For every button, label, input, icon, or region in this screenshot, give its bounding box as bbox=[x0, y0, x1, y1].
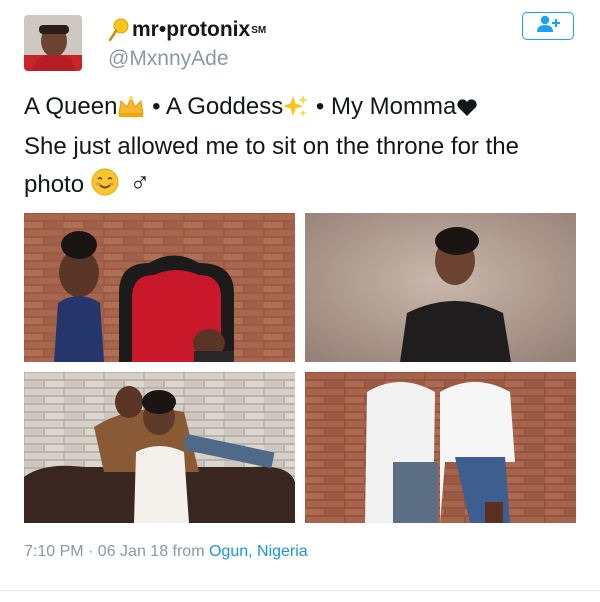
tweet-line-1: A Queen • A Goddess • My Momma bbox=[24, 89, 584, 129]
tweet-line-3: photo ♂ bbox=[24, 165, 584, 207]
service-mark: SM bbox=[251, 24, 267, 36]
tweet-text: A Queen • A Goddess • My Momma She just … bbox=[24, 89, 584, 207]
blush-emoji-icon bbox=[91, 168, 119, 207]
user-name-row[interactable]: mr•protonix SM bbox=[108, 16, 266, 44]
tweet-meta: 7:10 PM · 06 Jan 18 from Ogun, Nigeria bbox=[24, 543, 308, 561]
person-avatar-image bbox=[24, 15, 82, 71]
photo-couple-image bbox=[305, 372, 576, 523]
photo-mother-portrait-image bbox=[305, 213, 576, 362]
photo-couple[interactable] bbox=[305, 372, 576, 523]
male-sign-icon: ♂ bbox=[129, 167, 151, 198]
photo-throne[interactable] bbox=[24, 213, 295, 362]
photo-couch[interactable] bbox=[24, 372, 295, 523]
avatar[interactable] bbox=[24, 15, 82, 71]
photo-couch-image bbox=[24, 372, 295, 523]
divider bbox=[0, 590, 600, 591]
tweet-location-link[interactable]: Ogun, Nigeria bbox=[209, 543, 308, 560]
add-user-icon bbox=[535, 15, 561, 38]
tweet-text-queen: A Queen bbox=[24, 93, 118, 120]
tweet-text-goddess: • A Goddess bbox=[145, 93, 284, 120]
photo-throne-image bbox=[24, 213, 295, 362]
user-handle[interactable]: @MxnnyAde bbox=[108, 47, 229, 71]
crown-icon bbox=[117, 93, 145, 129]
pin-icon bbox=[108, 18, 130, 42]
photo-grid bbox=[24, 213, 576, 523]
heart-icon bbox=[456, 93, 478, 129]
tweet-timestamp[interactable]: 7:10 PM · 06 Jan 18 from bbox=[24, 543, 209, 560]
tweet-text-momma: • My Momma bbox=[309, 93, 457, 120]
display-name[interactable]: mr•protonix bbox=[132, 18, 250, 42]
tweet-text-photo: photo bbox=[24, 171, 85, 198]
tweet-line-2: She just allowed me to sit on the throne… bbox=[24, 133, 519, 160]
follow-button[interactable] bbox=[522, 12, 574, 40]
photo-mother-portrait[interactable] bbox=[305, 213, 576, 362]
sparkles-icon bbox=[283, 93, 309, 129]
